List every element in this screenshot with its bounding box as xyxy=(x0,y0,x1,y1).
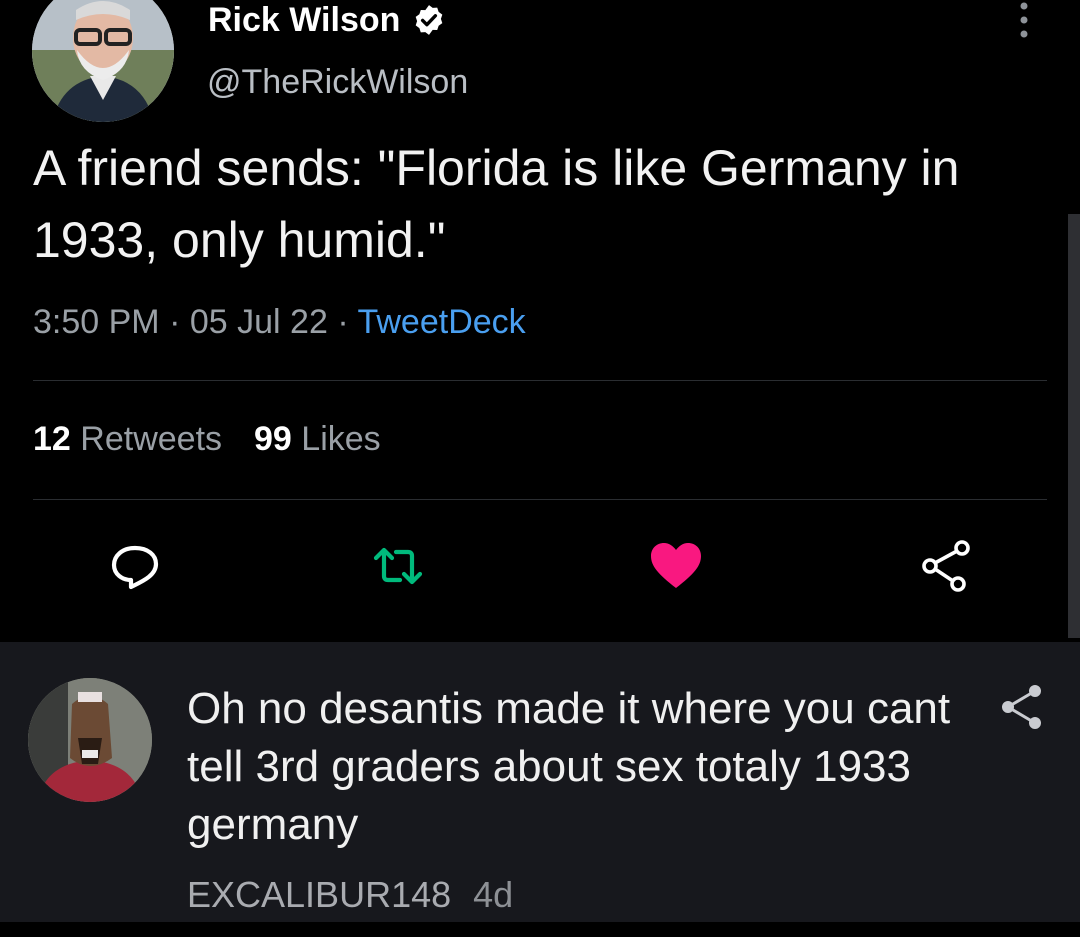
share-icon[interactable] xyxy=(996,682,1046,732)
share-icon[interactable] xyxy=(918,538,974,594)
user-handle[interactable]: @TheRickWilson xyxy=(207,63,468,102)
screenshot: Rick Wilson @TheRickWilson A friend send… xyxy=(0,0,1080,937)
meta-separator: · xyxy=(169,303,181,341)
comment-age: 4d xyxy=(473,874,514,915)
commenter-avatar[interactable] xyxy=(28,678,152,802)
comment-author[interactable]: EXCALIBUR148 xyxy=(187,874,451,915)
display-name[interactable]: Rick Wilson xyxy=(208,0,446,40)
tweet-date: 05 Jul 22 xyxy=(189,303,328,341)
like-label: Likes xyxy=(301,420,381,458)
more-options-icon[interactable] xyxy=(1012,0,1036,40)
like-stat[interactable]: 99 Likes xyxy=(254,420,381,458)
comment-meta: EXCALIBUR148 4d xyxy=(187,874,513,916)
reply-icon[interactable] xyxy=(107,538,163,594)
scrollbar[interactable] xyxy=(1068,214,1080,638)
divider xyxy=(33,499,1047,500)
divider xyxy=(33,380,1047,381)
like-icon[interactable] xyxy=(648,538,704,594)
comment-card: Oh no desantis made it where you cant te… xyxy=(0,642,1080,922)
retweet-count: 12 xyxy=(33,420,71,458)
bottom-edge xyxy=(0,922,1080,937)
meta-separator: · xyxy=(337,303,349,341)
verified-badge-icon xyxy=(416,5,443,35)
tweet-meta: 3:50 PM · 05 Jul 22 · TweetDeck xyxy=(33,303,526,342)
tweet-text: A friend sends: "Florida is like Germany… xyxy=(33,140,960,268)
retweet-icon[interactable] xyxy=(370,538,426,594)
like-count: 99 xyxy=(254,420,292,458)
tweet-stats: 12 Retweets 99 Likes xyxy=(33,420,381,459)
tweet-card: Rick Wilson @TheRickWilson A friend send… xyxy=(0,0,1080,638)
author-avatar[interactable] xyxy=(32,0,174,122)
display-name-text: Rick Wilson xyxy=(208,0,401,39)
comment-text: Oh no desantis made it where you cant te… xyxy=(187,684,951,849)
tweet-time: 3:50 PM xyxy=(33,303,160,341)
retweet-stat[interactable]: 12 Retweets xyxy=(33,420,222,458)
retweet-label: Retweets xyxy=(80,420,223,458)
tweet-source-link[interactable]: TweetDeck xyxy=(357,303,525,341)
